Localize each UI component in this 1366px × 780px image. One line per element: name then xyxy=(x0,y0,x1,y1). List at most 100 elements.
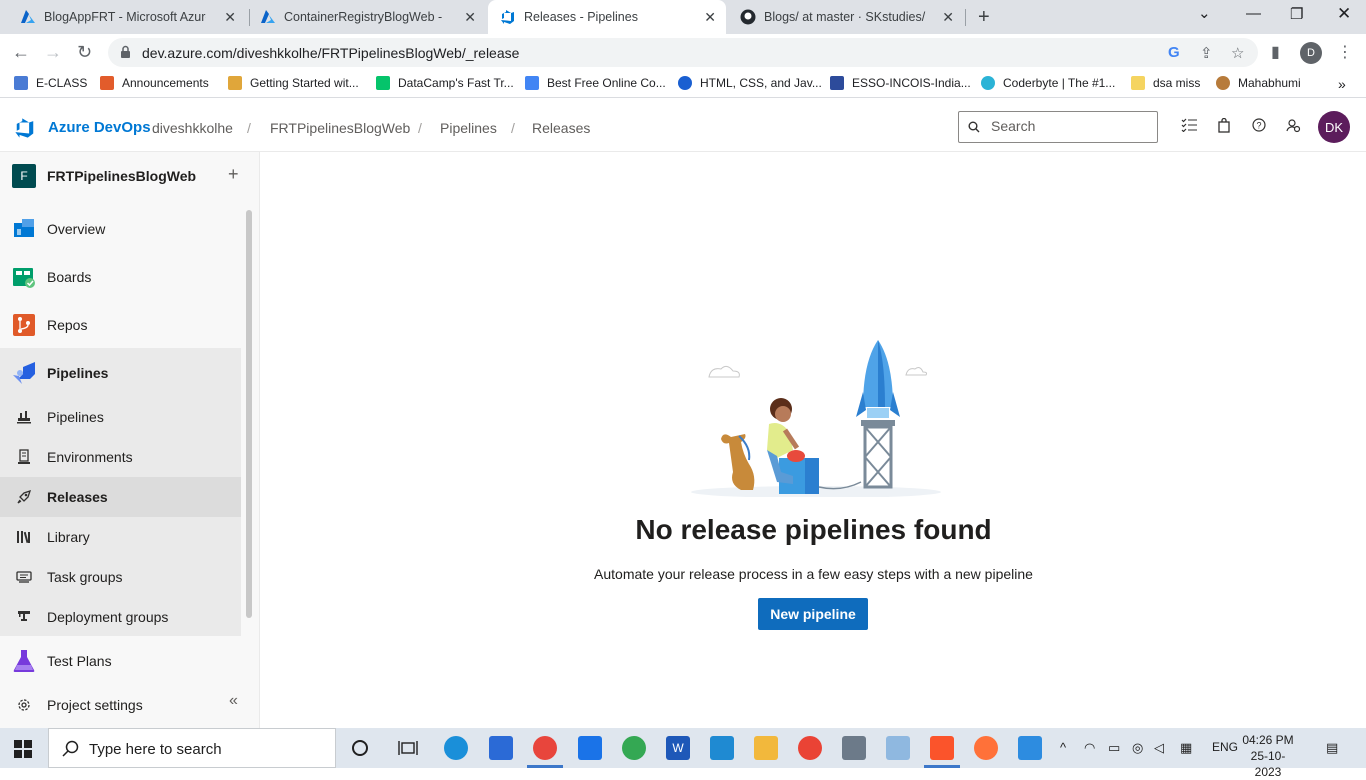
language-indicator[interactable]: ENG xyxy=(1212,740,1238,754)
work-items-list-icon[interactable] xyxy=(1181,118,1197,137)
bookmarks-bar: E-CLASS Announcements Getting Started wi… xyxy=(0,71,1366,98)
browser-tab-3-active[interactable]: Releases - Pipelines ✕ xyxy=(488,0,726,34)
bookmark-item[interactable]: Mahabhumi xyxy=(1216,76,1301,90)
breadcrumb-pipelines[interactable]: Pipelines xyxy=(440,120,497,136)
volume-icon[interactable]: ◁ xyxy=(1154,740,1164,756)
brave-icon[interactable] xyxy=(930,736,954,760)
azure-devops-logo-icon[interactable] xyxy=(14,117,36,144)
close-icon[interactable]: ✕ xyxy=(942,9,954,26)
reload-icon[interactable]: ↻ xyxy=(77,42,92,63)
chrome-profile-2-icon[interactable] xyxy=(798,736,822,760)
cortana-icon[interactable] xyxy=(348,736,372,760)
back-icon[interactable]: ← xyxy=(12,42,30,63)
tab-search-icon[interactable]: ⌄ xyxy=(1198,4,1211,22)
bookmark-item[interactable]: ESSO-INCOIS-India... xyxy=(830,76,971,90)
google-translate-icon[interactable]: G xyxy=(1168,44,1180,61)
search-box[interactable] xyxy=(958,111,1158,143)
breadcrumb-organization[interactable]: diveshkkolhe xyxy=(152,120,233,136)
restore-button[interactable]: ❐ xyxy=(1290,5,1303,23)
sidebar-item-overview[interactable]: Overview xyxy=(0,209,241,249)
bookmark-item[interactable]: Best Free Online Co... xyxy=(525,76,666,90)
bookmark-icon xyxy=(1216,76,1230,90)
brand-link[interactable]: Azure DevOps xyxy=(48,119,151,136)
bookmark-folder[interactable]: dsa miss xyxy=(1131,76,1200,90)
user-settings-icon[interactable] xyxy=(1286,118,1301,138)
browser-tab-1[interactable]: BlogAppFRT - Microsoft Azure ✕ xyxy=(8,0,246,34)
collapse-sidebar-icon[interactable]: « xyxy=(229,692,238,710)
bookmark-item[interactable]: Announcements xyxy=(100,76,209,90)
chrome-profile-icon[interactable] xyxy=(622,736,646,760)
lock-icon[interactable] xyxy=(120,45,131,64)
sidebar-subitem-deployment-groups[interactable]: Deployment groups xyxy=(0,597,241,637)
breadcrumb-releases[interactable]: Releases xyxy=(532,120,590,136)
sidebar-item-repos[interactable]: Repos xyxy=(0,305,241,345)
sidebar-item-project-settings[interactable]: Project settings xyxy=(0,685,241,725)
address-bar[interactable]: dev.azure.com/diveshkkolhe/FRTPipelinesB… xyxy=(108,38,1258,67)
new-tab-button[interactable]: + xyxy=(978,6,990,29)
bookmark-icon xyxy=(376,76,390,90)
forward-icon[interactable]: → xyxy=(44,42,62,63)
wifi-icon[interactable]: ◠ xyxy=(1084,740,1095,756)
clock[interactable]: 04:26 PM 25-10-2023 xyxy=(1238,732,1298,780)
sidebar-subitem-library[interactable]: Library xyxy=(0,517,241,557)
share-icon[interactable]: ⇪ xyxy=(1200,44,1213,62)
browser-tab-2[interactable]: ContainerRegistryBlogWeb - Mic ✕ xyxy=(248,0,486,34)
windows-start-icon[interactable] xyxy=(14,740,32,763)
user-avatar[interactable]: DK xyxy=(1318,111,1350,143)
menu-icon[interactable]: ⋮ xyxy=(1337,42,1353,62)
firefox-icon[interactable] xyxy=(974,736,998,760)
chevron-up-icon[interactable]: ^ xyxy=(1060,740,1066,755)
close-icon[interactable]: ✕ xyxy=(704,9,716,26)
bookmark-item[interactable]: DataCamp's Fast Tr... xyxy=(376,76,514,90)
browser-tab-4[interactable]: Blogs/ at master · SKstudies/Blo ✕ xyxy=(728,0,964,34)
task-view-icon[interactable] xyxy=(396,736,420,760)
edge-icon[interactable] xyxy=(444,736,468,760)
help-icon[interactable]: ? xyxy=(1252,118,1266,137)
close-icon[interactable]: ✕ xyxy=(224,9,236,26)
add-icon[interactable]: + xyxy=(228,164,239,185)
camera-icon[interactable]: ◎ xyxy=(1132,740,1143,756)
sidebar-subitem-task-groups[interactable]: Task groups xyxy=(0,557,241,597)
browser-tab-bar: BlogAppFRT - Microsoft Azure ✕ Container… xyxy=(0,0,1366,34)
sidebar-subitem-environments[interactable]: Environments xyxy=(0,437,241,477)
side-panel-icon[interactable]: ▮ xyxy=(1271,42,1280,62)
notepad-icon[interactable] xyxy=(886,736,910,760)
sidebar-subitem-pipelines[interactable]: Pipelines xyxy=(0,397,241,437)
sidebar-scrollbar[interactable] xyxy=(246,210,252,618)
project-selector[interactable]: F FRTPipelinesBlogWeb xyxy=(12,164,196,188)
photos-icon[interactable] xyxy=(1018,736,1042,760)
more-bookmarks-icon[interactable]: » xyxy=(1338,76,1346,92)
profile-avatar[interactable]: D xyxy=(1300,42,1322,64)
bookmark-item[interactable]: Getting Started wit... xyxy=(228,76,359,90)
battery-icon[interactable]: ▭ xyxy=(1108,740,1120,756)
bookmark-item[interactable]: E-CLASS xyxy=(14,76,87,90)
bookmark-item[interactable]: HTML, CSS, and Jav... xyxy=(678,76,822,90)
svg-text:?: ? xyxy=(1256,121,1261,131)
bookmark-star-icon[interactable]: ☆ xyxy=(1231,44,1244,62)
word-icon[interactable]: W xyxy=(666,736,690,760)
file-explorer-icon[interactable] xyxy=(754,736,778,760)
chrome-icon[interactable] xyxy=(533,736,557,760)
close-icon[interactable]: ✕ xyxy=(464,9,476,26)
bookmark-item[interactable]: Coderbyte | The #1... xyxy=(981,76,1115,90)
sidebar-item-pipelines[interactable]: Pipelines xyxy=(0,353,241,393)
search-input[interactable] xyxy=(991,118,1151,134)
marketplace-bag-icon[interactable] xyxy=(1218,117,1230,138)
sidebar-item-boards[interactable]: Boards xyxy=(0,257,241,297)
tab-title: ContainerRegistryBlogWeb - Mic xyxy=(284,10,446,24)
window-close-button[interactable]: ✕ xyxy=(1337,4,1351,24)
new-pipeline-button[interactable]: New pipeline xyxy=(758,598,868,630)
vscode-icon[interactable] xyxy=(710,736,734,760)
notifications-icon[interactable]: ▤ xyxy=(1326,740,1338,756)
empty-state-title: No release pipelines found xyxy=(635,514,992,545)
sidebar-subitem-releases[interactable]: Releases xyxy=(0,477,241,517)
mail-icon[interactable] xyxy=(578,736,602,760)
breadcrumb-project[interactable]: FRTPipelinesBlogWeb xyxy=(270,120,410,136)
search-icon xyxy=(968,120,980,138)
store-icon[interactable] xyxy=(489,736,513,760)
sidebar-item-test-plans[interactable]: Test Plans xyxy=(0,641,241,681)
calculator-icon[interactable] xyxy=(842,736,866,760)
keyboard-icon[interactable]: ▦ xyxy=(1180,740,1192,756)
minimize-button[interactable]: — xyxy=(1246,5,1261,22)
taskbar-search-box[interactable]: Type here to search xyxy=(48,728,336,768)
